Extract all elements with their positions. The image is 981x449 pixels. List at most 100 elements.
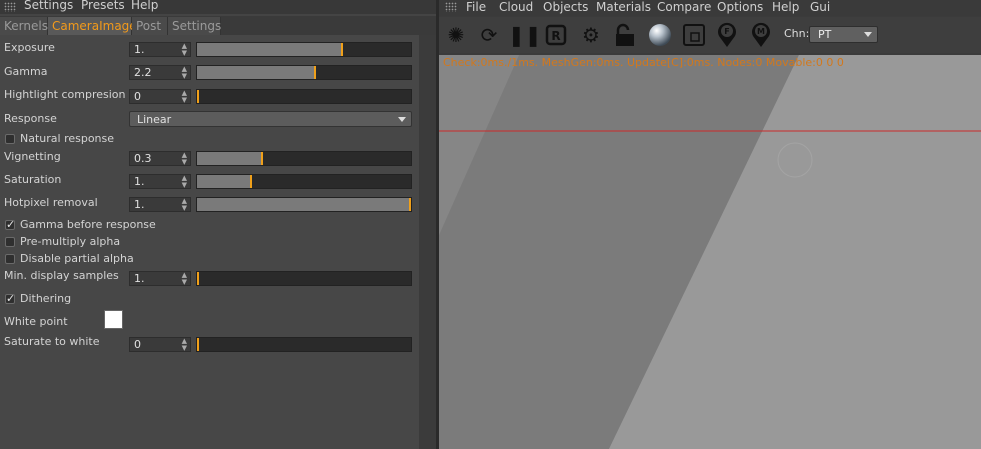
aperture-icon[interactable]: ✺	[442, 21, 470, 49]
slider-fill	[197, 43, 341, 56]
highlight-compression-slider[interactable]	[196, 89, 412, 104]
min-display-samples-slider[interactable]	[196, 271, 412, 286]
gear-icon[interactable]: ⚙	[577, 21, 605, 49]
min-display-samples-field[interactable]: 1. ▲ ▼	[129, 271, 191, 286]
menu-help[interactable]: Help	[772, 0, 799, 14]
slider-handle[interactable]	[314, 66, 316, 79]
focus-pick-icon[interactable]: F	[713, 21, 741, 49]
render-viewer-panel: File Cloud Objects Materials Compare Opt…	[439, 0, 981, 449]
white-point-swatch[interactable]	[104, 310, 123, 329]
vignetting-slider[interactable]	[196, 151, 412, 166]
grip-icon[interactable]	[445, 2, 457, 12]
slider-handle[interactable]	[197, 90, 199, 103]
highlight-compression-label: Hightlight compresion	[4, 88, 126, 101]
menu-options[interactable]: Options	[717, 0, 763, 14]
slider-handle[interactable]	[197, 338, 199, 351]
region-render-icon[interactable]: R	[542, 21, 570, 49]
hotpixel-removal-slider[interactable]	[196, 197, 412, 212]
disable-partial-alpha-label: Disable partial alpha	[20, 252, 134, 265]
hotpixel-removal-value: 1.	[134, 198, 145, 211]
right-menubar: File Cloud Objects Materials Compare Opt…	[439, 0, 981, 16]
min-display-samples-label: Min. display samples	[4, 269, 119, 282]
channel-value: PT	[818, 28, 832, 41]
svg-text:M: M	[757, 27, 765, 36]
saturation-field[interactable]: 1. ▲ ▼	[129, 174, 191, 189]
refresh-icon[interactable]: ⟳	[475, 21, 503, 49]
exposure-value: 1.	[134, 43, 145, 56]
dithering-checkbox[interactable]	[5, 292, 15, 305]
tab-post[interactable]: Post	[132, 17, 168, 35]
slider-handle[interactable]	[261, 152, 263, 165]
render-image	[439, 55, 981, 449]
material-pick-icon[interactable]: M	[747, 21, 775, 49]
menu-presets[interactable]: Presets	[81, 0, 125, 12]
menu-compare[interactable]: Compare	[657, 0, 711, 14]
material-ball-icon[interactable]	[646, 21, 674, 49]
menu-settings[interactable]: Settings	[24, 0, 73, 12]
spinner-icon[interactable]: ▲ ▼	[182, 338, 187, 352]
natural-response-label: Natural response	[20, 132, 115, 145]
saturate-to-white-field[interactable]: 0 ▲ ▼	[129, 337, 191, 352]
hotpixel-removal-field[interactable]: 1. ▲ ▼	[129, 197, 191, 212]
spinner-icon[interactable]: ▲ ▼	[182, 152, 187, 166]
spinner-icon[interactable]: ▲ ▼	[182, 43, 187, 57]
saturate-to-white-label: Saturate to white	[4, 335, 100, 348]
premultiply-alpha-checkbox[interactable]	[5, 237, 15, 247]
pause-icon[interactable]: ❚❚	[508, 21, 542, 49]
panel-scrollbar[interactable]	[419, 35, 436, 449]
gamma-before-response-label: Gamma before response	[20, 218, 156, 231]
highlight-compression-field[interactable]: 0 ▲ ▼	[129, 89, 191, 104]
spinner-icon[interactable]: ▲ ▼	[182, 198, 187, 212]
spinner-icon[interactable]: ▲ ▼	[182, 90, 187, 104]
spinner-icon[interactable]: ▲ ▼	[182, 66, 187, 80]
natural-response-checkbox[interactable]	[5, 134, 15, 144]
menu-cloud[interactable]: Cloud	[499, 0, 533, 14]
gamma-value: 2.2	[134, 66, 152, 79]
slider-handle[interactable]	[197, 272, 199, 285]
gamma-before-response-checkbox[interactable]	[5, 218, 15, 231]
unlock-icon[interactable]	[611, 21, 639, 49]
gamma-label: Gamma	[4, 65, 48, 78]
resize-icon[interactable]	[680, 21, 708, 49]
exposure-field[interactable]: 1. ▲ ▼	[129, 42, 191, 57]
disable-partial-alpha-checkbox[interactable]	[5, 254, 15, 264]
vignetting-field[interactable]: 0.3 ▲ ▼	[129, 151, 191, 166]
menu-objects[interactable]: Objects	[543, 0, 588, 14]
saturation-slider[interactable]	[196, 174, 412, 189]
slider-handle[interactable]	[341, 43, 343, 56]
dithering-label: Dithering	[20, 292, 72, 305]
menu-materials[interactable]: Materials	[596, 0, 651, 14]
slider-fill	[197, 66, 314, 79]
gamma-slider[interactable]	[196, 65, 412, 80]
chevron-down-icon	[864, 32, 872, 37]
exposure-slider[interactable]	[196, 42, 412, 57]
response-label: Response	[4, 112, 57, 125]
spinner-icon[interactable]: ▲ ▼	[182, 272, 187, 286]
channel-label: Chn:	[784, 27, 810, 40]
saturation-value: 1.	[134, 175, 145, 188]
menu-gui[interactable]: Gui	[810, 0, 830, 14]
saturate-to-white-slider[interactable]	[196, 337, 412, 352]
spinner-icon[interactable]: ▲ ▼	[182, 175, 187, 189]
tab-settings[interactable]: Settings	[168, 17, 221, 35]
chevron-down-icon	[398, 117, 406, 122]
channel-dropdown[interactable]: PT	[809, 26, 878, 43]
svg-text:F: F	[724, 27, 729, 36]
vignetting-value: 0.3	[134, 152, 152, 165]
tab-kernels[interactable]: Kernels	[0, 17, 48, 35]
menu-file[interactable]: File	[466, 0, 486, 14]
tab-bar: Kernels CameraImager Post Settings	[0, 16, 436, 35]
response-dropdown[interactable]: Linear	[129, 111, 412, 127]
svg-text:R: R	[551, 29, 560, 43]
slider-fill	[197, 198, 409, 211]
grip-icon[interactable]	[4, 2, 16, 12]
tab-cameraimager[interactable]: CameraImager	[48, 17, 142, 35]
slider-handle[interactable]	[409, 198, 411, 211]
render-viewport[interactable]: Check:0ms./1ms. MeshGen:0ms. Update[C]:0…	[439, 55, 981, 449]
slider-handle[interactable]	[250, 175, 252, 188]
hotpixel-removal-label: Hotpixel removal	[4, 196, 98, 209]
menu-help[interactable]: Help	[131, 0, 158, 12]
exposure-label: Exposure	[4, 41, 55, 54]
gamma-field[interactable]: 2.2 ▲ ▼	[129, 65, 191, 80]
white-point-label: White point	[4, 315, 68, 328]
